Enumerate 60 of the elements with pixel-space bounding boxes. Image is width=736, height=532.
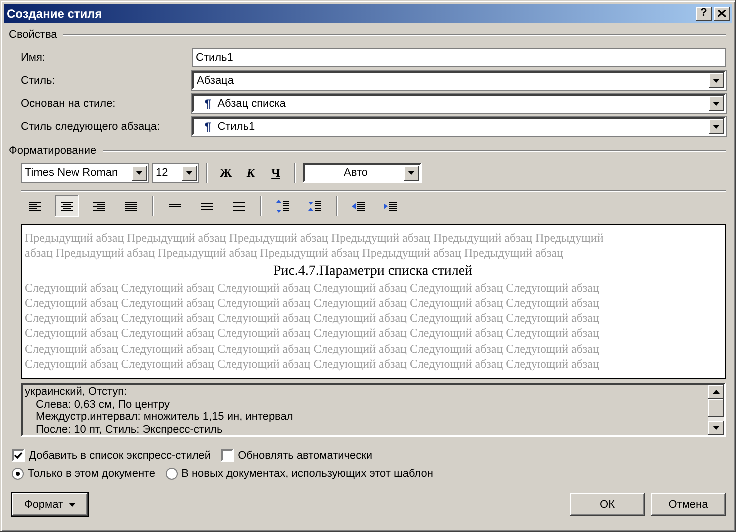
scrollbar[interactable] <box>708 385 724 435</box>
field-label: Стиль следующего абзаца: <box>20 120 162 132</box>
close-button[interactable] <box>714 6 730 20</box>
align-icon <box>124 200 138 212</box>
field-label: Стиль: <box>20 74 56 86</box>
align-icon <box>28 200 42 212</box>
preview-text: Следующий абзац Следующий абзац Следующий абзац Следующий абзац Следующий абзац Следующий абзац <box>25 311 600 326</box>
font-dropdown[interactable]: Times New Roman <box>21 163 149 183</box>
scroll-down-icon[interactable] <box>708 421 724 435</box>
preview-text: абзац Предыдущий абзац Предыдущий абзац Предыдущий абзац Предыдущий абзац Предыдущий абзац <box>25 246 564 262</box>
radio-button[interactable] <box>12 468 24 480</box>
align-icon <box>92 200 106 212</box>
font-style-button[interactable]: Ч <box>265 163 287 183</box>
style-dropdown[interactable]: Абзаца <box>192 71 726 90</box>
font-style-button[interactable]: Ж <box>215 163 237 183</box>
preview-text: Следующий абзац Следующий абзац Следующий абзац Следующий абзац Следующий абзац Следующий абзац <box>25 326 600 342</box>
preview-text: Следующий абзац Следующий абзац Следующий абзац Следующий абзац Следующий абзац Следующий абзац <box>25 342 600 358</box>
checkbox-label: Добавить в список экспресс-стилей <box>29 450 212 462</box>
paragraph-spacing-icon <box>308 200 322 212</box>
preview-text: Следующий абзац Следующий абзац Следующий абзац Следующий абзац Следующий абзац Следующий абзац <box>25 296 600 312</box>
font-style-button[interactable]: К <box>240 163 262 183</box>
style-dropdown[interactable]: ¶ Абзац списка <box>192 94 726 113</box>
style-dropdown[interactable]: ¶ Стиль1 <box>192 117 726 136</box>
caret-icon <box>68 502 76 506</box>
radio-label: В новых документах, использующих этот шаблон <box>182 468 434 480</box>
align-icon <box>60 200 74 212</box>
line-spacing-icon <box>200 200 214 212</box>
preview-text: Следующий абзац Следующий абзац Следующий абзац Следующий абзац Следующий абзац Следующий абзац <box>25 280 600 296</box>
line-spacing-icon <box>232 200 246 212</box>
field-label: Имя: <box>20 52 46 64</box>
format-button[interactable]: Формат <box>12 493 88 516</box>
paragraph-spacing-icon <box>276 200 290 212</box>
section-label: Форматирование <box>9 145 97 157</box>
description-text: Междустр.интервал: множитель 1,15 ин, интервал <box>35 411 294 424</box>
radio-button[interactable] <box>166 468 178 480</box>
ok-button[interactable]: ОК <box>570 493 645 516</box>
scroll-up-icon[interactable] <box>708 385 724 399</box>
scroll-thumb[interactable] <box>708 399 724 417</box>
indent-icon <box>384 200 398 212</box>
radio-label: Только в этом документе <box>28 468 156 480</box>
indent-icon <box>352 200 366 212</box>
cancel-button[interactable]: Отмена <box>651 493 726 516</box>
color-dropdown[interactable]: Авто <box>303 163 422 183</box>
checkbox-label: Обновлять автоматически <box>238 450 373 462</box>
field-label: Основан на стиле: <box>20 98 117 110</box>
name-input[interactable]: Стиль1 <box>192 48 726 67</box>
preview-caption: Рис.4.7.Параметри списка стилей <box>272 262 474 281</box>
align-button[interactable] <box>55 195 79 217</box>
checkbox[interactable] <box>12 449 25 462</box>
section-label: Свойства <box>9 29 58 41</box>
description-text: Слева: 0,63 см, По центру <box>35 398 172 411</box>
window-title: Создание стиля <box>7 6 102 20</box>
description-text: После: 10 пт, Стиль: Экспресс-стиль <box>35 424 224 436</box>
checkbox[interactable] <box>221 449 234 462</box>
description-text: украинский, Отступ: <box>25 386 128 398</box>
preview-text: Следующий абзац Следующий абзац Следующий абзац Следующий абзац Следующий абзац Следующий абзац <box>25 357 600 372</box>
size-dropdown[interactable]: 12 <box>152 163 199 183</box>
preview-text: Предыдущий абзац Предыдущий абзац Предыдущий абзац Предыдущий абзац Предыдущий абзац Предыдущий <box>25 231 605 246</box>
help-button[interactable]: ? <box>696 6 712 20</box>
close-icon <box>718 10 726 17</box>
